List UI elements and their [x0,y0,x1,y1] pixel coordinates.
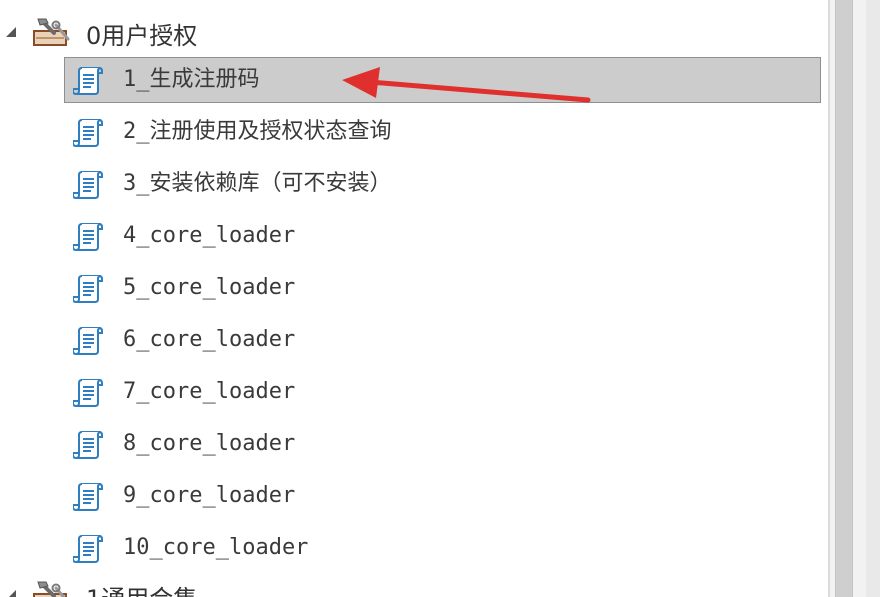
window-edge [866,0,880,597]
tree-item-label: 7_core_loader [123,379,296,404]
tree-item-label: 9_core_loader [123,483,296,508]
expand-collapse-icon[interactable] [4,588,18,597]
tree-item[interactable]: 2_注册使用及授权状态查询 [64,109,821,155]
tree-item-label: 1_生成注册码 [123,67,260,92]
script-icon [73,481,105,513]
panel-divider [828,0,830,597]
tree-item[interactable]: 10_core_loader [64,525,821,571]
tree-item[interactable]: 4_core_loader [64,213,821,259]
tree-item[interactable]: 9_core_loader [64,473,821,519]
script-icon [73,377,105,409]
tree-panel: 0用户授权 1_生成注册码 2_注册使用及授权状态查询 3_安装依赖库（可不安装… [0,0,828,597]
script-icon [73,169,105,201]
script-icon [73,221,105,253]
tree-item[interactable]: 8_core_loader [64,421,821,467]
tree-item[interactable]: 5_core_loader [64,265,821,311]
group-label: 0用户授权 [86,22,198,50]
script-icon [73,533,105,565]
script-icon [73,273,105,305]
hammer-wrench-icon [32,17,72,47]
scrollbar-thumb[interactable] [835,0,853,597]
tree-item[interactable]: 6_core_loader [64,317,821,363]
tree-item-label: 4_core_loader [123,223,296,248]
script-icon [73,65,105,97]
expand-collapse-icon[interactable] [4,25,18,39]
hammer-wrench-icon [32,580,72,597]
script-icon [73,325,105,357]
tree-item-label: 10_core_loader [123,535,309,560]
script-icon [73,429,105,461]
tree-item[interactable]: 7_core_loader [64,369,821,415]
tree-item-label: 8_core_loader [123,431,296,456]
tree-item[interactable]: 3_安装依赖库（可不安装） [64,161,821,207]
tree-item[interactable]: 1_生成注册码 [64,57,821,103]
tree-item-label: 5_core_loader [123,275,296,300]
tree-item-label: 2_注册使用及授权状态查询 [123,119,392,144]
script-icon [73,117,105,149]
tree-item-label: 3_安装依赖库（可不安装） [123,171,392,196]
group-label: 1通用合集 [86,579,197,597]
tree-item-label: 6_core_loader [123,327,296,352]
